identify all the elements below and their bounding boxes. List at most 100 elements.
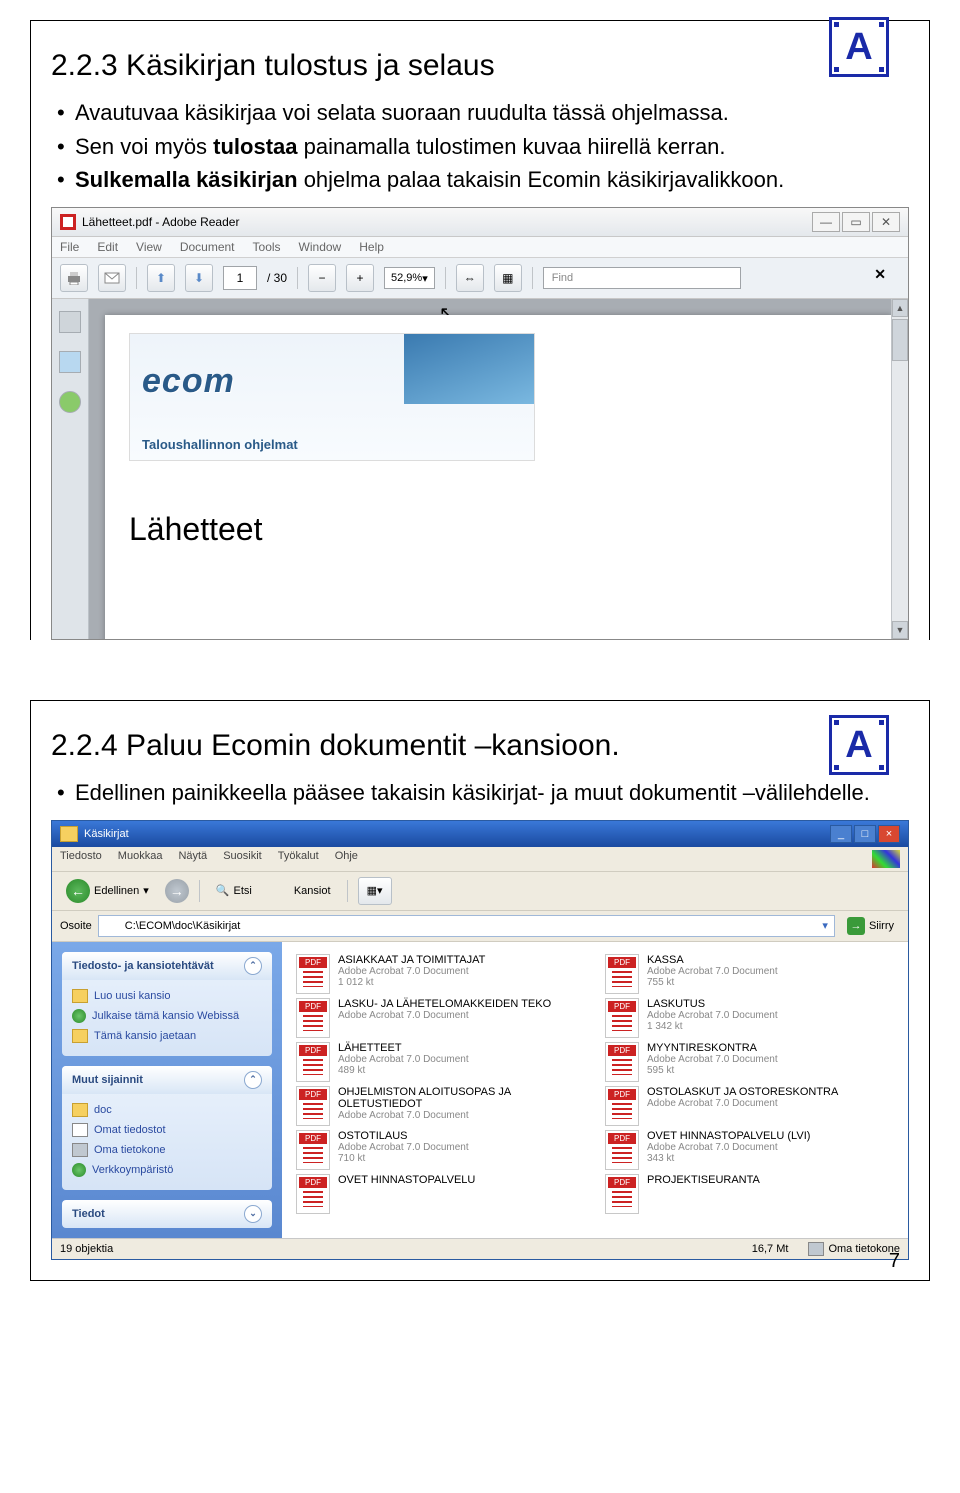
place-doc[interactable]: doc [72,1100,262,1120]
next-page-button[interactable]: ⬇ [185,264,213,292]
email-button[interactable] [98,264,126,292]
task-new-folder[interactable]: Luo uusi kansio [72,986,262,1006]
file-item[interactable]: OSTOTILAUSAdobe Acrobat 7.0 Document710 … [296,1130,585,1170]
explorer-sidebar: Tiedosto- ja kansiotehtävät⌃ Luo uusi ka… [52,942,282,1238]
document-page: ecom Taloushallinnon ohjelmat Lähetteet [105,315,892,639]
file-name: OSTOTILAUS [338,1130,469,1142]
file-name: OSTOLASKUT JA OSTORESKONTRA [647,1086,838,1098]
file-item[interactable]: PROJEKTISEURANTA [605,1174,894,1214]
places-panel: Muut sijainnit⌃ doc Omat tiedostot Oma t… [62,1066,272,1190]
minimize-button[interactable]: — [812,212,840,232]
windows-flag-icon [872,850,900,868]
status-size: 16,7 Mt [752,1243,789,1255]
forward-button[interactable]: → [165,879,189,903]
file-item[interactable]: LÄHETTEETAdobe Acrobat 7.0 Document489 k… [296,1042,585,1082]
place-network[interactable]: Verkkoympäristö [72,1160,262,1180]
file-item[interactable]: MYYNTIRESKONTRAAdobe Acrobat 7.0 Documen… [605,1042,894,1082]
exp-menu-edit[interactable]: Muokkaa [118,850,163,868]
document-heading: Lähetteet [129,511,868,548]
collapse-icon[interactable]: ⌃ [244,957,262,975]
fit-page-button[interactable]: ▦ [494,264,522,292]
details-header[interactable]: Tiedot⌄ [62,1200,272,1228]
menu-view[interactable]: View [136,240,162,254]
file-list: ASIAKKAAT JA TOIMITTAJATAdobe Acrobat 7.… [282,942,908,1238]
file-name: OVET HINNASTOPALVELU [338,1174,475,1186]
file-item[interactable]: LASKU- JA LÄHETELOMAKKEIDEN TEKOAdobe Ac… [296,998,585,1038]
file-name: ASIAKKAAT JA TOIMITTAJAT [338,954,485,966]
task-share[interactable]: Tämä kansio jaetaan [72,1026,262,1046]
file-item[interactable]: ASIAKKAAT JA TOIMITTAJATAdobe Acrobat 7.… [296,954,585,994]
doc-close-icon[interactable]: ✕ [874,266,886,283]
exp-menu-fav[interactable]: Suosikit [223,850,262,868]
search-button[interactable]: 🔍 Etsi [210,882,258,899]
exp-maximize-button[interactable]: □ [854,825,876,843]
scroll-up-icon[interactable]: ▲ [892,299,908,317]
file-item[interactable]: OVET HINNASTOPALVELU (LVI)Adobe Acrobat … [605,1130,894,1170]
back-arrow-icon: ← [66,879,90,903]
vertical-scrollbar[interactable]: ▲ ▼ [891,299,908,639]
expand-icon[interactable]: ⌄ [244,1205,262,1223]
help-icon[interactable] [59,391,81,413]
back-button[interactable]: ← Edellinen ▾ [60,877,155,905]
menu-file[interactable]: File [60,240,79,254]
file-type: Adobe Acrobat 7.0 Document [338,1142,469,1153]
task-publish[interactable]: Julkaise tämä kansio Webissä [72,1006,262,1026]
go-button[interactable]: → Siirry [841,917,900,935]
find-input[interactable]: Find [543,267,741,289]
zoom-level[interactable]: 52,9% ▾ [384,267,435,289]
exp-close-button[interactable]: × [878,825,900,843]
prev-page-button[interactable]: ⬆ [147,264,175,292]
pdf-icon [605,954,639,994]
tasks-panel: Tiedosto- ja kansiotehtävät⌃ Luo uusi ka… [62,952,272,1056]
ecom-banner: ecom Taloushallinnon ohjelmat [129,333,535,461]
page-number-input[interactable] [223,266,257,290]
menu-window[interactable]: Window [299,240,342,254]
scroll-down-icon[interactable]: ▼ [892,621,908,639]
file-size: 489 kt [338,1065,469,1076]
print-button[interactable] [60,264,88,292]
zoom-out-button[interactable]: − [308,264,336,292]
address-input[interactable]: C:\ECOM\doc\Käsikirjat ▾ [98,915,835,937]
scroll-thumb[interactable] [892,319,908,361]
tasks-header[interactable]: Tiedosto- ja kansiotehtävät⌃ [62,952,272,980]
file-item[interactable]: OVET HINNASTOPALVELU [296,1174,585,1214]
pdf-file-icon [60,214,76,230]
exp-minimize-button[interactable]: _ [830,825,852,843]
exp-menu-file[interactable]: Tiedosto [60,850,102,868]
pdf-icon [605,1130,639,1170]
menu-edit[interactable]: Edit [97,240,118,254]
exp-menu-tools[interactable]: Työkalut [278,850,319,868]
file-item[interactable]: OHJELMISTON ALOITUSOPAS JA OLETUSTIEDOTA… [296,1086,585,1126]
close-button[interactable]: ✕ [872,212,900,232]
file-item[interactable]: OSTOLASKUT JA OSTORESKONTRAAdobe Acrobat… [605,1086,894,1126]
file-item[interactable]: KASSAAdobe Acrobat 7.0 Document755 kt [605,954,894,994]
pdf-icon [605,1042,639,1082]
place-mydocs[interactable]: Omat tiedostot [72,1120,262,1140]
thumbnails-icon[interactable] [59,311,81,333]
explorer-titlebar: Käsikirjat _ □ × [52,821,908,847]
bookmarks-icon[interactable] [59,351,81,373]
menu-tools[interactable]: Tools [253,240,281,254]
pdf-icon [296,954,330,994]
status-count: 19 objektia [60,1243,113,1255]
file-type: Adobe Acrobat 7.0 Document [647,1010,778,1021]
zoom-in-button[interactable]: + [346,264,374,292]
folders-button[interactable]: Kansiot [268,882,337,899]
maximize-button[interactable]: ▭ [842,212,870,232]
file-name: LASKU- JA LÄHETELOMAKKEIDEN TEKO [338,998,551,1010]
collapse-icon-2[interactable]: ⌃ [244,1071,262,1089]
views-button[interactable]: ▦▾ [358,877,392,905]
menu-help[interactable]: Help [359,240,384,254]
fit-width-button[interactable]: ⇔ [456,264,484,292]
exp-menu-help[interactable]: Ohje [335,850,358,868]
file-type: Adobe Acrobat 7.0 Document [338,966,485,977]
place-mycomputer[interactable]: Oma tietokone [72,1140,262,1160]
bullet-list-1: Avautuvaa käsikirjaa voi selata suoraan … [51,98,909,195]
places-header[interactable]: Muut sijainnit⌃ [62,1066,272,1094]
file-item[interactable]: LASKUTUSAdobe Acrobat 7.0 Document1 342 … [605,998,894,1038]
file-type: Adobe Acrobat 7.0 Document [338,1010,551,1021]
exp-menu-view[interactable]: Näytä [178,850,207,868]
pdf-icon [605,998,639,1038]
menu-document[interactable]: Document [180,240,235,254]
status-location: Oma tietokone [808,1242,900,1256]
